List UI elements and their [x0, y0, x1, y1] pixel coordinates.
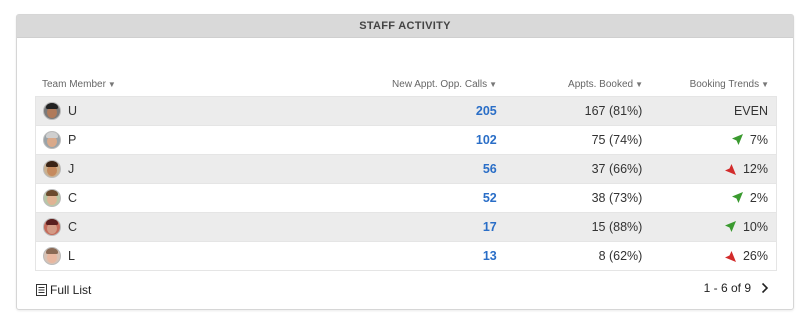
appts-booked-cell: 8 (62%): [598, 249, 643, 263]
booking-trend-value: EVEN: [733, 104, 768, 118]
booking-trend-cell: 12%: [642, 162, 776, 176]
booking-trend-value: 26%: [742, 249, 768, 263]
avatar: [43, 218, 61, 236]
table-body: U 205 167 (81%) EVEN P 102 75 (74%) 7% J…: [35, 96, 777, 271]
trend-down-arrow-icon: [724, 251, 736, 262]
calls-cell: 17: [235, 220, 497, 234]
team-member-cell: U: [36, 102, 235, 120]
calls-link[interactable]: 102: [476, 133, 497, 147]
column-label: Appts. Booked: [568, 78, 634, 90]
sort-down-icon: ▼: [635, 79, 643, 89]
appts-booked-cell: 75 (74%): [591, 133, 643, 147]
team-member-name: U: [68, 104, 78, 118]
pagination-label: 1 - 6 of 9: [703, 281, 751, 295]
team-member-name: L: [68, 249, 75, 263]
team-member-name: C: [68, 191, 78, 205]
team-member-name: P: [68, 133, 77, 147]
trend-up-arrow-icon: [731, 134, 743, 145]
calls-link[interactable]: 52: [483, 191, 497, 205]
booking-trend-value: 7%: [749, 133, 768, 147]
chevron-right-icon: [761, 282, 769, 294]
column-header-new-appt-opp-calls[interactable]: New Appt. Opp. Calls ▼: [235, 79, 497, 90]
staff-activity-widget: STAFF ACTIVITY Team Member ▼ New Appt. Op…: [16, 14, 794, 310]
column-header-booking-trends[interactable]: Booking Trends ▼: [643, 79, 777, 90]
calls-link[interactable]: 17: [483, 220, 497, 234]
team-member-name: J: [68, 162, 75, 176]
team-member-cell: C: [36, 218, 235, 236]
appts-booked-cell: 37 (66%): [591, 162, 643, 176]
calls-link[interactable]: 56: [483, 162, 497, 176]
trend-up-arrow-icon: [731, 192, 743, 203]
calls-cell: 102: [235, 133, 497, 147]
booking-trend-value: 10%: [742, 220, 768, 234]
table-header: Team Member ▼ New Appt. Opp. Calls ▼ Appts…: [35, 74, 777, 94]
sort-down-icon: ▼: [761, 79, 769, 89]
trend-up-arrow-icon: [724, 221, 736, 232]
calls-cell: 205: [235, 104, 497, 118]
widget-title: STAFF ACTIVITY: [17, 15, 793, 38]
booking-trend-cell: 26%: [642, 249, 776, 263]
calls-cell: 52: [235, 191, 497, 205]
sort-down-icon: ▼: [107, 79, 116, 89]
table-row[interactable]: J 56 37 (66%) 12%: [36, 155, 776, 184]
column-label: Team Member: [42, 78, 106, 90]
team-member-cell: C: [36, 189, 235, 207]
table-row[interactable]: C 17 15 (88%) 10%: [36, 213, 776, 242]
booking-trend-cell: 7%: [642, 133, 776, 147]
appts-booked-cell: 167 (81%): [584, 104, 643, 118]
calls-cell: 13: [235, 249, 497, 263]
booking-trend-cell: EVEN: [642, 104, 776, 118]
table-row[interactable]: C 52 38 (73%) 2%: [36, 184, 776, 213]
staff-activity-table: Team Member ▼ New Appt. Opp. Calls ▼ Appts…: [35, 74, 777, 271]
next-page-button[interactable]: [761, 282, 769, 294]
table-row[interactable]: L 13 8 (62%) 26%: [36, 242, 776, 271]
avatar: [43, 189, 61, 207]
booking-trend-value: 12%: [742, 162, 768, 176]
column-header-team-member[interactable]: Team Member ▼: [35, 79, 235, 90]
avatar: [43, 247, 61, 265]
sort-down-icon: ▼: [489, 79, 497, 89]
table-row[interactable]: U 205 167 (81%) EVEN: [36, 97, 776, 126]
table-row[interactable]: P 102 75 (74%) 7%: [36, 126, 776, 155]
column-header-appts-booked[interactable]: Appts. Booked ▼: [497, 79, 643, 90]
appts-booked-cell: 15 (88%): [591, 220, 643, 234]
column-label: New Appt. Opp. Calls: [392, 78, 488, 90]
calls-link[interactable]: 205: [476, 104, 497, 118]
full-list-label: Full List: [50, 283, 92, 297]
booking-trend-cell: 2%: [642, 191, 776, 205]
team-member-cell: L: [36, 247, 235, 265]
team-member-name: C: [68, 220, 78, 234]
column-label: Booking Trends: [689, 78, 760, 90]
team-member-cell: J: [36, 160, 235, 178]
booking-trend-cell: 10%: [642, 220, 776, 234]
list-icon: [36, 284, 47, 296]
avatar: [43, 102, 61, 120]
booking-trend-value: 2%: [749, 191, 768, 205]
full-list-link[interactable]: Full List: [36, 283, 91, 297]
avatar: [43, 160, 61, 178]
appts-booked-cell: 38 (73%): [591, 191, 643, 205]
trend-down-arrow-icon: [724, 164, 736, 175]
calls-cell: 56: [235, 162, 497, 176]
pagination: 1 - 6 of 9: [704, 281, 769, 295]
team-member-cell: P: [36, 131, 235, 149]
avatar: [43, 131, 61, 149]
calls-link[interactable]: 13: [483, 249, 497, 263]
